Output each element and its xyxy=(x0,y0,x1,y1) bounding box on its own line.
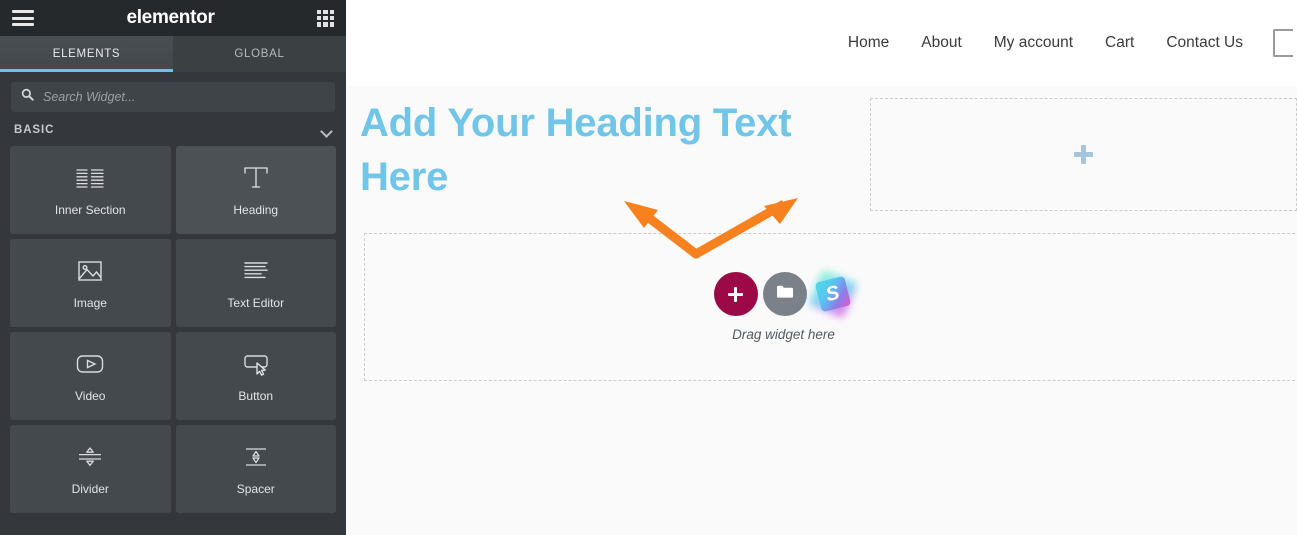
search-widget-container xyxy=(0,72,346,120)
button-cursor-icon xyxy=(239,349,273,379)
widget-tile-text-editor[interactable]: Text Editor xyxy=(175,239,336,327)
search-input[interactable] xyxy=(43,90,325,104)
panel-tabs: ELEMENTS GLOBAL xyxy=(0,36,346,72)
widget-tile-button[interactable]: Button xyxy=(175,332,336,420)
widget-tile-label: Divider xyxy=(71,482,109,496)
drag-widget-label: Drag widget here xyxy=(732,327,835,342)
panel-collapse-button[interactable] xyxy=(344,328,346,368)
folder-icon xyxy=(776,284,794,304)
divider-icon xyxy=(73,442,107,472)
tab-global[interactable]: GLOBAL xyxy=(173,36,346,72)
image-icon xyxy=(73,256,107,286)
tab-elements[interactable]: ELEMENTS xyxy=(0,36,173,72)
site-navigation: Home About My account Cart Contact Us xyxy=(346,0,1297,86)
panel-header: elementor xyxy=(0,0,346,36)
page-heading[interactable]: Add Your Heading Text Here xyxy=(360,96,852,204)
content-row-top: Add Your Heading Text Here xyxy=(346,86,1297,211)
category-title: BASIC xyxy=(14,124,55,136)
inner-section-icon xyxy=(73,163,107,193)
nav-item-contact-us[interactable]: Contact Us xyxy=(1150,34,1259,52)
widget-panel: elementor ELEMENTS GLOBAL Search Widget.… xyxy=(0,0,346,535)
video-play-icon xyxy=(73,349,107,379)
widget-tile-label: Inner Section xyxy=(54,203,126,217)
editor-canvas: Home About My account Cart Contact Us Ad… xyxy=(346,0,1297,535)
grid-apps-icon[interactable] xyxy=(317,9,334,27)
widget-tile-label: Spacer xyxy=(236,482,275,496)
heading-T-icon xyxy=(239,163,273,193)
elementor-logo: elementor xyxy=(126,7,215,28)
page-content: Add Your Heading Text Here S Drag widget… xyxy=(346,86,1297,381)
widget-tile-heading[interactable]: Heading xyxy=(175,146,336,234)
widget-grid: Inner Section Heading Image Text Editor … xyxy=(0,146,346,513)
text-editor-icon xyxy=(239,256,273,286)
template-library-button[interactable] xyxy=(762,272,807,316)
spacer-icon xyxy=(239,442,273,472)
heading-column: Add Your Heading Text Here xyxy=(360,86,852,204)
widget-tile-divider[interactable]: Divider xyxy=(10,425,171,513)
widget-tile-spacer[interactable]: Spacer xyxy=(175,425,336,513)
drop-zone-buttons: S xyxy=(713,269,858,319)
cut-off-bracket-icon xyxy=(1273,29,1293,57)
widget-tile-label: Video xyxy=(75,389,106,403)
search-icon xyxy=(21,88,34,106)
nav-item-home[interactable]: Home xyxy=(832,34,905,52)
stackable-button[interactable]: S xyxy=(807,269,858,319)
chevron-down-icon[interactable] xyxy=(321,127,332,134)
widget-tile-label: Image xyxy=(73,296,107,310)
plus-icon[interactable] xyxy=(1074,145,1093,164)
empty-column-drop-zone[interactable] xyxy=(870,98,1297,211)
widget-tile-label: Text Editor xyxy=(227,296,285,310)
section-drop-zone[interactable]: S Drag widget here xyxy=(364,233,1297,381)
add-section-button[interactable] xyxy=(713,272,758,316)
search-widget-box[interactable] xyxy=(11,82,335,112)
nav-item-my-account[interactable]: My account xyxy=(978,34,1089,52)
widget-tile-label: Heading xyxy=(233,203,279,217)
elementor-editor: elementor ELEMENTS GLOBAL Search Widget.… xyxy=(0,0,1297,535)
category-header-basic[interactable]: BASIC xyxy=(0,120,346,146)
widget-tile-inner-section[interactable]: Inner Section xyxy=(10,146,171,234)
widget-tile-image[interactable]: Image xyxy=(10,239,171,327)
plus-icon xyxy=(728,286,743,302)
widget-tile-video[interactable]: Video xyxy=(10,332,171,420)
nav-item-about[interactable]: About xyxy=(905,34,978,52)
widget-tile-label: Button xyxy=(238,389,274,403)
drop-zone-inner: S Drag widget here xyxy=(713,269,858,342)
nav-item-cart[interactable]: Cart xyxy=(1089,34,1150,52)
